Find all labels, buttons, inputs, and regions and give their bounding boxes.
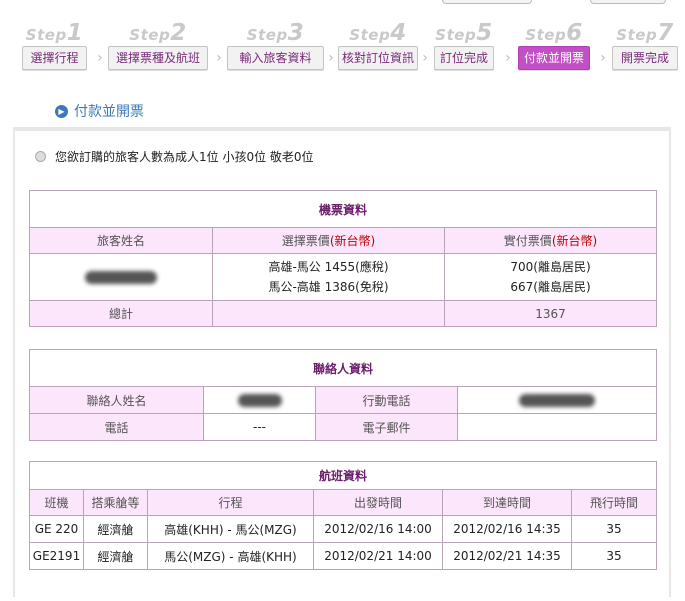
contact-table: 聯絡人資料 聯絡人姓名 行動電話 電話 --- 電子郵件 (29, 349, 657, 441)
chevron-right-icon: › (328, 50, 334, 66)
ticket-table-title: 機票資料 (29, 190, 657, 228)
email-value (457, 413, 657, 441)
step-number: Step4 (349, 20, 407, 46)
flight-number: GE 220 (29, 515, 84, 543)
arrival-time: 2012/02/16 14:35 (442, 515, 572, 543)
fare-details: 高雄-馬公 1455(應稅) 馬公-高雄 1386(免稅) (212, 253, 445, 301)
chevron-right-icon: › (505, 50, 511, 66)
phone-label: 電話 (29, 413, 204, 441)
step-3: Step3 輸入旅客資料 (227, 20, 324, 70)
flight-table-title: 航班資料 (29, 461, 657, 490)
phone-value: --- (203, 413, 316, 441)
step-7-button[interactable]: 開票完成 (612, 46, 678, 70)
col-departure: 出發時間 (313, 489, 443, 516)
col-arrival: 到達時間 (442, 489, 572, 516)
col-passenger-name: 旅客姓名 (29, 227, 213, 254)
step-1: Step1 選擇行程 (22, 20, 87, 70)
contact-name-redacted (203, 386, 316, 414)
total-label: 總計 (29, 300, 213, 327)
step-6-button[interactable]: 付款並開票 (518, 46, 590, 70)
flight-duration: 35 (571, 515, 657, 543)
step-number: Step1 (25, 20, 84, 46)
radio-icon (35, 151, 46, 162)
step-1-button[interactable]: 選擇行程 (22, 46, 87, 70)
arrival-time: 2012/02/21 14:35 (442, 542, 572, 570)
step-3-button[interactable]: 輸入旅客資料 (227, 46, 324, 70)
col-cabin: 搭乘艙等 (83, 489, 148, 516)
step-number: Step2 (129, 20, 187, 46)
flight-number: GE2191 (29, 542, 84, 570)
ticket-table: 機票資料 旅客姓名 選擇票價(新台幣) 實付票價(新台幣) 高雄-馬公 1455… (29, 190, 657, 327)
paid-fare-details: 700(離島居民) 667(離島居民) (444, 253, 657, 301)
step-number: Step3 (246, 20, 305, 46)
flight-duration: 35 (571, 542, 657, 570)
chevron-right-icon: › (97, 50, 103, 66)
step-6: Step6 付款並開票 (518, 20, 590, 70)
col-route: 行程 (147, 489, 314, 516)
step-4-button[interactable]: 核對訂位資訊 (338, 46, 418, 70)
total-spacer (212, 300, 445, 327)
route: 馬公(MZG) - 高雄(KHH) (147, 542, 314, 570)
cabin-class: 經濟艙 (83, 542, 148, 570)
col-paid-fare: 實付票價(新台幣) (444, 227, 657, 254)
redacted-text (85, 271, 157, 284)
cabin-class: 經濟艙 (83, 515, 148, 543)
flight-table: 航班資料 班機 搭乘艙等 行程 出發時間 到達時間 飛行時間 GE 220 經濟… (29, 461, 657, 570)
step-7: Step7 開票完成 (612, 20, 678, 70)
redacted-text (519, 394, 595, 407)
col-flight: 班機 (29, 489, 84, 516)
col-duration: 飛行時間 (571, 489, 657, 516)
chevron-right-icon: › (600, 50, 606, 66)
col-fare: 選擇票價(新台幣) (212, 227, 445, 254)
passenger-count-notice: 您欲訂購的旅客人數為成人1位 小孩0位 敬老0位 (35, 148, 314, 165)
departure-time: 2012/02/21 14:00 (313, 542, 443, 570)
section-heading: ▶ 付款並開票 (55, 101, 144, 121)
total-value: 1367 (444, 300, 657, 327)
contact-table-title: 聯絡人資料 (29, 349, 657, 387)
departure-time: 2012/02/16 14:00 (313, 515, 443, 543)
email-label: 電子郵件 (315, 413, 458, 441)
step-5-button[interactable]: 訂位完成 (434, 46, 494, 70)
passenger-count-text: 您欲訂購的旅客人數為成人1位 小孩0位 敬老0位 (55, 150, 314, 164)
step-progress-bar: Step1 選擇行程 › Step2 選擇票種及航班 › Step3 輸入旅客資… (22, 20, 682, 76)
step-number: Step6 (525, 20, 583, 46)
top-button-right[interactable] (590, 0, 666, 4)
top-button-left[interactable] (442, 0, 532, 4)
mobile-redacted (457, 386, 657, 414)
redacted-text (237, 394, 282, 407)
chevron-right-icon: › (216, 50, 222, 66)
step-4: Step4 核對訂位資訊 (338, 20, 418, 70)
contact-name-label: 聯絡人姓名 (29, 386, 204, 414)
step-5: Step5 訂位完成 (434, 20, 494, 70)
section-heading-text: 付款並開票 (74, 104, 144, 120)
step-2-button[interactable]: 選擇票種及航班 (108, 46, 208, 70)
step-2: Step2 選擇票種及航班 (108, 20, 208, 70)
step-number: Step5 (435, 20, 493, 46)
table-row: GE 220 經濟艙 高雄(KHH) - 馬公(MZG) 2012/02/16 … (29, 515, 657, 543)
play-circle-icon: ▶ (55, 104, 68, 118)
step-number: Step7 (616, 20, 674, 46)
route: 高雄(KHH) - 馬公(MZG) (147, 515, 314, 543)
table-row: GE2191 經濟艙 馬公(MZG) - 高雄(KHH) 2012/02/21 … (29, 542, 657, 570)
mobile-label: 行動電話 (315, 386, 458, 414)
chevron-right-icon: › (422, 50, 428, 66)
passenger-name-redacted (29, 253, 213, 301)
